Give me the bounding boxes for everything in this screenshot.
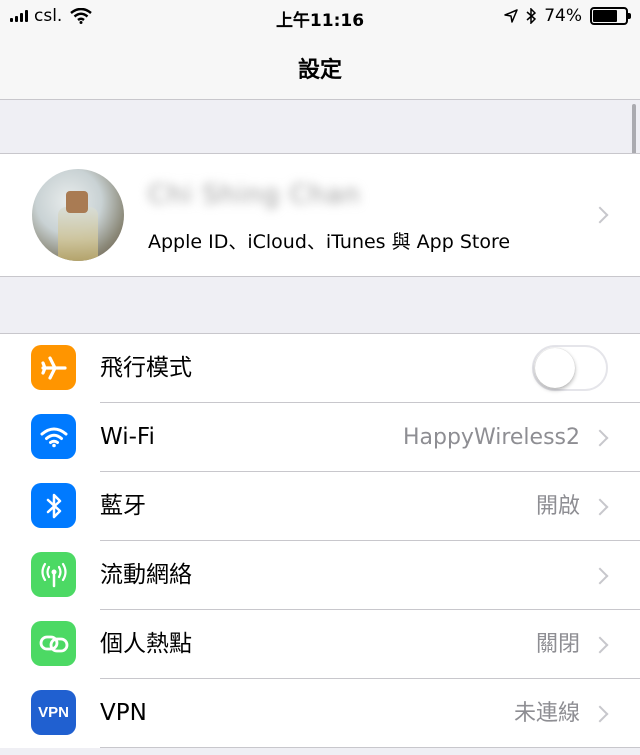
settings-row-bluetooth[interactable]: 藍牙 開啟	[0, 472, 640, 541]
chevron-right-icon	[591, 429, 609, 447]
status-bar: csl. 上午11:16 74%	[0, 0, 640, 36]
vpn-icon-text: VPN	[38, 704, 69, 721]
bluetooth-status-icon	[526, 8, 537, 24]
settings-row-cellular[interactable]: 流動網絡	[0, 541, 640, 610]
settings-row-label: Wi-Fi	[100, 424, 155, 450]
battery-percent: 74%	[544, 6, 582, 26]
profile-name: Chi Shing Chan	[148, 180, 361, 210]
chevron-right-icon	[591, 567, 609, 585]
settings-row-personal-hotspot[interactable]: 個人熱點 關閉	[0, 610, 640, 679]
navigation-bar: 設定	[0, 36, 640, 100]
settings-row-label: 個人熱點	[100, 631, 192, 657]
wifi-icon	[31, 414, 76, 459]
row-separator	[100, 747, 640, 748]
settings-list: 飛行模式 Wi-Fi HappyWireless2 藍牙 開啟 流動網絡 個人熱…	[0, 333, 640, 748]
apple-id-profile-row[interactable]: Chi Shing Chan Apple ID、iCloud、iTunes 與 …	[0, 153, 640, 277]
battery-fill	[593, 10, 617, 22]
chevron-right-icon	[591, 498, 609, 516]
avatar-photo-bottle	[58, 207, 98, 261]
settings-row-value: 未連線	[513, 701, 580, 726]
avatar-photo-cork	[66, 191, 88, 213]
bluetooth-icon	[31, 483, 76, 528]
battery-icon	[590, 7, 631, 25]
page-title: 設定	[297, 57, 342, 83]
airplane-icon	[31, 345, 76, 390]
status-right: 74%	[504, 6, 631, 26]
settings-row-value: 關閉	[535, 632, 580, 657]
settings-row-label: 流動網絡	[100, 562, 192, 588]
settings-row-label: 藍牙	[100, 493, 146, 519]
chevron-right-icon	[591, 636, 609, 654]
vpn-icon: VPN	[31, 690, 76, 735]
settings-row-value: HappyWireless2	[402, 425, 580, 450]
location-arrow-icon	[504, 9, 518, 23]
antenna-icon	[31, 552, 76, 597]
toggle-knob	[535, 348, 575, 388]
settings-row-vpn[interactable]: VPN VPN 未連線	[0, 679, 640, 748]
airplane-mode-toggle[interactable]	[532, 345, 608, 391]
profile-subtitle: Apple ID、iCloud、iTunes 與 App Store	[148, 231, 511, 253]
chevron-right-icon	[591, 206, 609, 224]
settings-row-airplane-mode[interactable]: 飛行模式	[0, 334, 640, 403]
hotspot-icon	[31, 621, 76, 666]
avatar	[32, 169, 124, 261]
settings-row-value: 開啟	[535, 494, 580, 519]
settings-row-wifi[interactable]: Wi-Fi HappyWireless2	[0, 403, 640, 472]
settings-row-label: 飛行模式	[100, 355, 192, 381]
settings-row-label: VPN	[100, 700, 147, 726]
chevron-right-icon	[591, 705, 609, 723]
